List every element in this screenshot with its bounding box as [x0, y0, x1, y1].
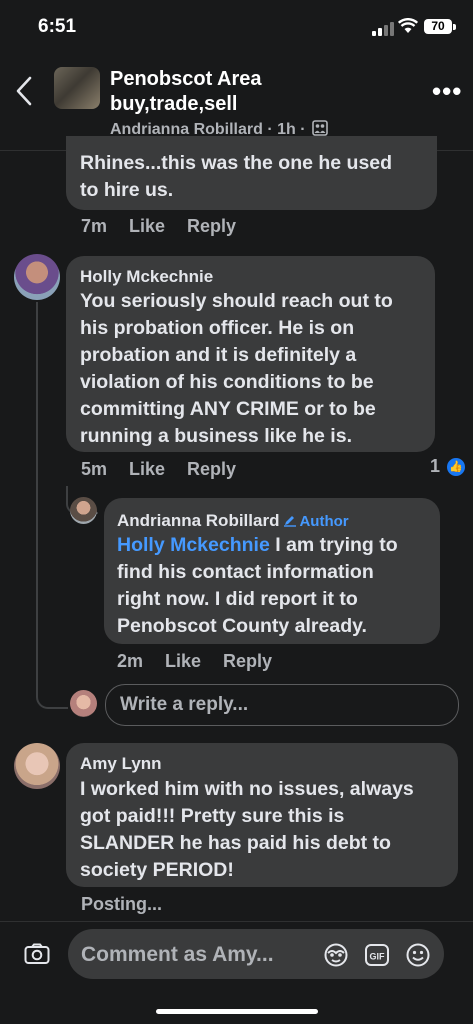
comment-text-line: committing ANY CRIME or to be [80, 398, 376, 420]
group-title-line1: Penobscot Area [110, 68, 262, 90]
reply-actions: 2m Like Reply [117, 651, 294, 672]
group-title-line2: buy,trade,sell [110, 93, 238, 115]
camera-icon[interactable] [24, 943, 50, 964]
reaction-count[interactable]: 1 [430, 456, 440, 477]
comment-bubble[interactable]: Holly Mckechnie You seriously should rea… [66, 256, 435, 452]
avatar[interactable] [14, 254, 60, 300]
reply-input-placeholder: Write a reply... [120, 694, 249, 715]
sticker-icon[interactable] [323, 942, 348, 967]
comment-text-line: SLANDER he has paid his debt to [80, 832, 391, 854]
comment-time: 5m [81, 459, 108, 479]
like-button[interactable]: Like [129, 459, 165, 479]
gif-icon[interactable]: GIF [364, 942, 389, 966]
status-time: 6:51 [38, 16, 77, 37]
group-title[interactable]: Penobscot Area buy,trade,sell [110, 67, 262, 117]
like-button[interactable]: Like [165, 651, 201, 671]
battery-tip [453, 24, 456, 30]
thread-branch [36, 695, 68, 709]
author-badge: Author [283, 513, 349, 530]
composer-divider [0, 921, 473, 922]
reply-button[interactable]: Reply [187, 459, 236, 479]
comment-text-line: Rhines...this was the one he used [80, 152, 393, 174]
reply-input[interactable]: Write a reply... [105, 684, 459, 726]
avatar[interactable] [14, 743, 60, 789]
emoji-icon[interactable] [405, 942, 430, 967]
comment-text-line: to hire us. [80, 179, 174, 201]
like-button[interactable]: Like [129, 216, 165, 236]
reply-author[interactable]: Andrianna Robillard [117, 511, 279, 530]
comment-actions: 7m Like Reply [81, 216, 258, 237]
group-avatar[interactable] [54, 67, 100, 109]
comment-text-line: probation and it is definitely a [80, 344, 357, 366]
reply-text-line: I am trying to [269, 534, 398, 556]
comment-text-line: got paid!!! Pretty sure this is [80, 805, 345, 827]
back-chevron-icon[interactable] [14, 74, 34, 114]
svg-text:GIF: GIF [370, 952, 386, 962]
battery-icon: 70 [424, 19, 452, 34]
wifi-icon [397, 18, 419, 39]
members-icon [312, 120, 328, 136]
avatar [70, 690, 97, 717]
comment-text-line: running a business like he is. [80, 425, 352, 447]
comment-actions: 5m Like Reply [81, 459, 258, 480]
pencil-icon [284, 516, 297, 527]
comment-bubble[interactable]: Rhines...this was the one he used to hir… [66, 136, 437, 210]
signal-icon [372, 22, 394, 36]
comment-text-line: his probation officer. He is on [80, 317, 355, 339]
reply-text-line: Penobscot County already. [117, 615, 367, 637]
comment-author[interactable]: Amy Lynn [80, 754, 162, 774]
reply-bubble[interactable]: Andrianna Robillard Author Holly Mckechni… [104, 498, 440, 644]
comment-text-line: I worked him with no issues, always [80, 778, 414, 800]
comment-input-placeholder: Comment as Amy... [81, 943, 274, 966]
mention-link[interactable]: Holly Mckechnie [117, 534, 270, 556]
posting-status: Posting... [81, 894, 162, 914]
reply-time: 2m [117, 651, 144, 671]
comment-text-line: You seriously should reach out to [80, 290, 393, 312]
comment-text-line: violation of his conditions to be [80, 371, 374, 393]
comment-author[interactable]: Holly Mckechnie [80, 267, 213, 287]
like-icon: 👍 [446, 457, 466, 477]
comment-bubble[interactable]: Amy Lynn I worked him with no issues, al… [66, 743, 458, 887]
more-icon[interactable]: ••• [432, 76, 462, 107]
thread-line [36, 302, 38, 695]
reply-button[interactable]: Reply [223, 651, 272, 671]
reply-text-line: right now. I did report it to [117, 588, 358, 610]
comment-text-line: society PERIOD! [80, 859, 234, 881]
home-indicator[interactable] [156, 1009, 318, 1014]
reply-button[interactable]: Reply [187, 216, 236, 236]
reply-text-line: find his contact information [117, 561, 374, 583]
author-badge-label: Author [299, 513, 349, 530]
comment-time: 7m [81, 216, 108, 236]
avatar[interactable] [70, 497, 97, 524]
